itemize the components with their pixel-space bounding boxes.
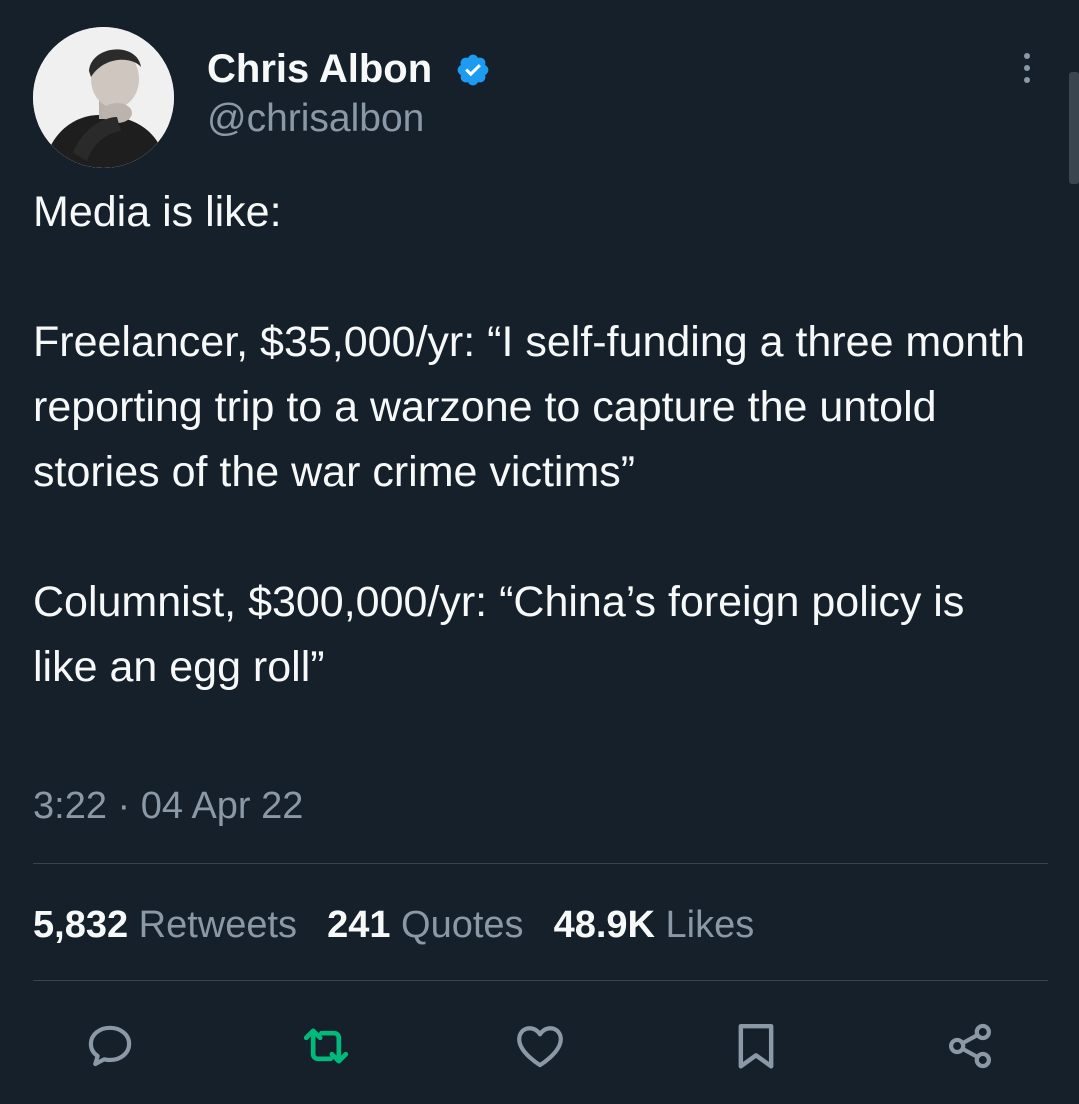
like-icon [517, 1026, 563, 1068]
divider [33, 863, 1048, 864]
author-handle[interactable]: @chrisalbon [207, 96, 424, 142]
bookmark-icon [738, 1023, 774, 1069]
retweet-button[interactable] [298, 1018, 354, 1074]
divider [33, 980, 1048, 981]
quotes-count: 241 [327, 904, 391, 946]
engagement-stats: 5,832 Retweets 241 Quotes 48.9K Likes [33, 900, 784, 950]
scrollbar[interactable] [1069, 72, 1079, 184]
bookmark-button[interactable] [728, 1018, 784, 1074]
tweet-detail: Chris Albon @chrisalbon Media is like: F… [0, 0, 1079, 1104]
retweets-label: Retweets [138, 904, 298, 946]
like-button[interactable] [512, 1018, 568, 1074]
quotes-label: Quotes [401, 904, 524, 946]
more-options-icon[interactable] [1012, 48, 1042, 88]
quotes-stat[interactable]: 241 Quotes [327, 900, 524, 950]
likes-stat[interactable]: 48.9K Likes [554, 900, 755, 950]
retweets-stat[interactable]: 5,832 Retweets [33, 900, 297, 950]
verified-badge-icon [457, 54, 489, 86]
reply-button[interactable] [82, 1018, 138, 1074]
likes-count: 48.9K [553, 904, 655, 946]
tweet-text: Media is like: Freelancer, $35,000/yr: “… [33, 188, 1025, 691]
share-icon [949, 1023, 991, 1069]
likes-label: Likes [665, 904, 755, 946]
author-name[interactable]: Chris Albon [207, 46, 432, 92]
retweet-icon [303, 1028, 349, 1064]
tweet-timestamp[interactable]: 3:22 · 04 Apr 22 [33, 781, 303, 831]
reply-icon [88, 1025, 132, 1067]
retweets-count: 5,832 [33, 904, 129, 946]
avatar[interactable] [33, 27, 174, 168]
share-button[interactable] [942, 1018, 998, 1074]
